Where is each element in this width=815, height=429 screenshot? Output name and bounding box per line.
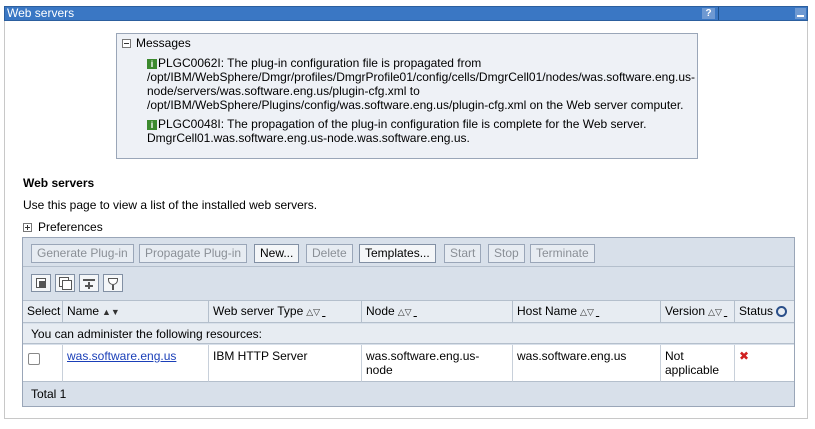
help-button[interactable]: ? — [702, 8, 715, 19]
table-row-select — [23, 345, 63, 382]
info-icon: i — [147, 59, 157, 69]
deselect-all-icon[interactable] — [55, 274, 75, 292]
window-title: Web servers — [7, 6, 75, 20]
col-node-header[interactable]: Node △▽ — [362, 301, 513, 323]
message-text: node/servers/was.software.eng.us/plugin-… — [147, 84, 420, 98]
col-name-header[interactable]: Name ▲▼ — [63, 301, 209, 323]
messages-header: Messages — [122, 36, 191, 50]
col-host-header[interactable]: Host Name △▽ — [513, 301, 661, 323]
refresh-status-icon[interactable] — [776, 306, 788, 317]
selection-icon-toolbar — [23, 268, 794, 301]
col-select-header: Select — [23, 301, 63, 323]
sort-icon[interactable]: △▽ — [580, 302, 594, 323]
sort-icon[interactable]: △▽ — [306, 302, 320, 323]
messages-panel: Messages i PLGC0062I: The plug-in configu… — [116, 33, 698, 159]
stopped-status-icon: ✖ — [739, 349, 750, 363]
table-total: Total 1 — [23, 383, 794, 406]
expand-icon[interactable] — [23, 223, 32, 233]
window-titlebar: Web servers ? — [4, 6, 808, 21]
col-type-header[interactable]: Web server Type △▽ — [209, 301, 362, 323]
section-description: Use this page to view a list of the inst… — [23, 198, 318, 212]
start-button[interactable]: Start — [444, 244, 482, 263]
message-item: i PLGC0062I: The plug-in configuration fi… — [147, 56, 695, 112]
preferences-toggle[interactable]: Preferences — [23, 220, 103, 234]
sort-icon[interactable]: △▽ — [708, 302, 722, 323]
table-row-type: IBM HTTP Server — [209, 345, 362, 382]
templates-button[interactable]: Templates... — [359, 244, 436, 263]
message-text: DmgrCell01.was.software.eng.us-node.was.… — [147, 131, 470, 145]
sort-icon[interactable]: △▽ — [398, 302, 412, 323]
info-icon: i — [147, 120, 157, 130]
delete-button[interactable]: Delete — [306, 244, 353, 263]
generate-plugin-button[interactable]: Generate Plug-in — [31, 244, 134, 263]
message-text: /opt/IBM/WebSphere/Plugins/config/was.so… — [147, 98, 684, 112]
message-text: PLGC0048I: The propagation of the plug-i… — [158, 117, 647, 131]
message-text: PLGC0062I: The plug-in configuration fil… — [158, 56, 482, 70]
webserver-link[interactable]: was.software.eng.us — [67, 349, 176, 363]
sort-icon[interactable]: ▲▼ — [102, 302, 120, 323]
collapse-icon[interactable] — [122, 39, 131, 49]
messages-title: Messages — [136, 36, 191, 50]
minimize-icon[interactable] — [795, 8, 806, 19]
table-row-host: was.software.eng.us — [513, 345, 661, 382]
button-toolbar: Generate Plug-in Propagate Plug-in New..… — [23, 238, 794, 267]
titlebar-divider — [718, 7, 719, 20]
preferences-label: Preferences — [38, 220, 103, 234]
show-filter-icon[interactable] — [79, 274, 99, 292]
table-row-name: was.software.eng.us — [63, 345, 209, 382]
section-title: Web servers — [23, 176, 95, 190]
table-row-status: ✖ — [735, 345, 794, 382]
propagate-plugin-button[interactable]: Propagate Plug-in — [139, 244, 248, 263]
table-row-node: was.software.eng.us- node — [362, 345, 513, 382]
table-row-version: Not applicable — [661, 345, 735, 382]
terminate-button[interactable]: Terminate — [530, 244, 595, 263]
col-status-header[interactable]: Status — [735, 301, 794, 323]
select-all-icon[interactable] — [31, 274, 51, 292]
col-version-header[interactable]: Version △▽ — [661, 301, 735, 323]
stop-button[interactable]: Stop — [488, 244, 525, 263]
new-button[interactable]: New... — [254, 244, 300, 263]
clear-filter-icon[interactable] — [103, 274, 123, 292]
row-checkbox[interactable] — [28, 353, 40, 365]
webservers-table: Generate Plug-in Propagate Plug-in New..… — [22, 237, 795, 407]
message-item: i PLGC0048I: The propagation of the plug-… — [147, 117, 695, 145]
message-text: /opt/IBM/WebSphere/Dmgr/profiles/DmgrPro… — [147, 70, 696, 84]
resources-label: You can administer the following resourc… — [23, 324, 794, 344]
